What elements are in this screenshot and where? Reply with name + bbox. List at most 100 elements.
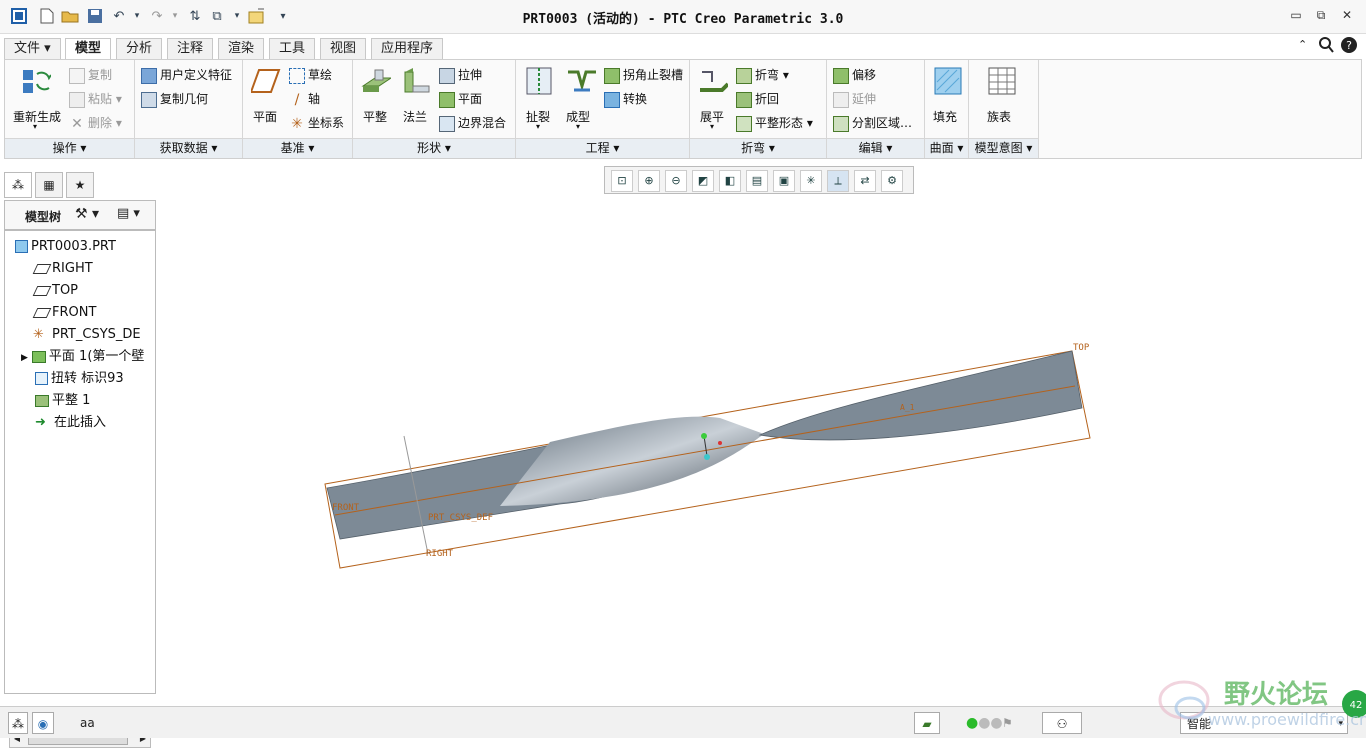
plane-button[interactable]: 平面: [247, 64, 287, 134]
display-style-icon[interactable]: ◧: [719, 170, 741, 192]
sheet-twist[interactable]: [500, 416, 764, 506]
group-editing-label[interactable]: 编辑 ▾: [827, 138, 924, 158]
restore-icon[interactable]: ⧉: [1311, 8, 1331, 24]
tab-model[interactable]: 模型: [65, 38, 112, 61]
favorites-tab-icon[interactable]: ★: [66, 172, 94, 198]
tab-tools[interactable]: 工具: [269, 38, 316, 60]
twist-handle-green[interactable]: [701, 433, 707, 439]
flange-button[interactable]: 法兰: [397, 64, 437, 134]
planar-button[interactable]: 平整: [357, 64, 397, 134]
twist-handle-red[interactable]: [718, 441, 722, 445]
regenerate-button[interactable]: 重新生成 ▾: [9, 64, 65, 134]
extrude-icon: [439, 67, 455, 84]
offset-button[interactable]: 偏移: [833, 66, 876, 84]
form-icon: [568, 70, 596, 92]
tree-item-insert-here[interactable]: ➜ 在此插入: [35, 413, 106, 433]
copy-button[interactable]: 复制: [69, 66, 112, 84]
copy-geometry-button[interactable]: 复制几何: [141, 90, 208, 108]
tab-view[interactable]: 视图: [320, 38, 367, 60]
refit-icon[interactable]: ⊡: [611, 170, 633, 192]
axis-a1[interactable]: [334, 385, 1076, 516]
tab-render[interactable]: 渲染: [218, 38, 265, 60]
regen-status-icon[interactable]: ▰: [914, 712, 940, 734]
minimize-icon[interactable]: ▭: [1286, 8, 1306, 24]
axis-button[interactable]: / 轴: [289, 90, 320, 108]
csys-button[interactable]: ✳ 坐标系: [289, 114, 344, 132]
twist-handle-cyan[interactable]: [704, 454, 710, 460]
group-bends-label[interactable]: 折弯 ▾: [690, 138, 826, 158]
saved-orientations-icon[interactable]: ▤: [746, 170, 768, 192]
group-get-data-label[interactable]: 获取数据 ▾: [135, 138, 242, 158]
datum-display-icon[interactable]: ✳: [800, 170, 822, 192]
family-table-button[interactable]: 族表: [977, 64, 1031, 134]
find-icon[interactable]: ⚇: [1042, 712, 1082, 734]
rip-button[interactable]: 扯裂 ▾: [520, 64, 560, 134]
boundary-blend-icon: [439, 115, 455, 132]
group-shapes-label[interactable]: 形状 ▾: [353, 138, 515, 158]
split-area-button[interactable]: 分割区域…: [833, 114, 912, 132]
repaint-icon[interactable]: ◩: [692, 170, 714, 192]
delete-button[interactable]: ✕ 删除 ▾: [69, 114, 122, 132]
corner-relief-button[interactable]: 拐角止裂槽: [604, 66, 683, 84]
extrude-button[interactable]: 拉伸: [439, 66, 482, 84]
tab-applications[interactable]: 应用程序: [371, 38, 444, 60]
group-operations-label[interactable]: 操作 ▾: [5, 138, 134, 158]
bend-back-button[interactable]: 折回: [736, 90, 779, 108]
selection-filter[interactable]: 智能 ▾: [1180, 712, 1348, 734]
model-tree-tab-icon[interactable]: ⁂: [4, 172, 32, 198]
tree-item-flatten[interactable]: 平整 1: [35, 391, 90, 411]
search-icon[interactable]: [1318, 36, 1334, 57]
tree-item-right[interactable]: RIGHT: [32, 259, 93, 279]
zoom-in-icon[interactable]: ⊕: [638, 170, 660, 192]
collapse-ribbon-icon[interactable]: ⌃: [1298, 38, 1307, 51]
flat-button[interactable]: 平面: [439, 90, 482, 108]
group-model-intent-label[interactable]: 模型意图 ▾: [969, 138, 1038, 158]
boundary-blend-button[interactable]: 边界混合: [439, 114, 506, 132]
tab-file[interactable]: 文件 ▾: [4, 38, 61, 60]
toggle-browser-icon[interactable]: ◉: [32, 712, 54, 734]
group-get-data: 用户定义特征 复制几何 获取数据 ▾: [135, 60, 243, 158]
folder-browser-tab-icon[interactable]: ▦: [35, 172, 63, 198]
tree-item-part[interactable]: PRT0003.PRT: [15, 237, 116, 257]
flag-icon[interactable]: ⚑: [1002, 712, 1013, 734]
flatten-icon: [35, 394, 49, 407]
zoom-out-icon[interactable]: ⊖: [665, 170, 687, 192]
help-icon[interactable]: ?: [1340, 36, 1358, 57]
spin-center-icon[interactable]: ⟂: [827, 170, 849, 192]
tree-settings-icon[interactable]: ⚒ ▾: [75, 206, 99, 222]
paste-button[interactable]: 粘贴 ▾: [69, 90, 122, 108]
appearance-icon[interactable]: ⚙: [881, 170, 903, 192]
toggle-navigator-icon[interactable]: ⁂: [8, 712, 28, 734]
view-manager-icon[interactable]: ▣: [773, 170, 795, 192]
tab-analysis[interactable]: 分析: [116, 38, 163, 60]
tree-item-front[interactable]: FRONT: [32, 303, 96, 323]
tab-annotate[interactable]: 注释: [167, 38, 214, 60]
flat-state-button[interactable]: 平整形态 ▾: [736, 114, 813, 132]
bend-button[interactable]: 折弯 ▾: [736, 66, 789, 84]
group-engineering-label[interactable]: 工程 ▾: [516, 138, 689, 158]
extend-button[interactable]: 延伸: [833, 90, 876, 108]
model-view[interactable]: TOP FRONT RIGHT PRT_CSYS_DEF A_1: [160, 198, 1366, 703]
group-surfaces-label[interactable]: 曲面 ▾: [925, 138, 968, 158]
graphics-window[interactable]: TOP FRONT RIGHT PRT_CSYS_DEF A_1: [160, 198, 1366, 703]
form-button[interactable]: 成型 ▾: [560, 64, 604, 134]
tree-item-planar-wall[interactable]: ▶ 平面 1(第一个壁: [21, 347, 144, 367]
annotation-display-icon[interactable]: ⇄: [854, 170, 876, 192]
fill-button[interactable]: 填充: [927, 64, 967, 134]
tree-filters-icon[interactable]: ▤ ▾: [117, 206, 140, 221]
tree-item-twist[interactable]: 扭转 标识93: [35, 369, 124, 389]
expand-icon[interactable]: ▶: [21, 353, 28, 363]
message-area: aa: [80, 716, 95, 730]
model-tree-header: 模型树 ⚒ ▾ ▤ ▾: [4, 200, 156, 230]
sketch-button[interactable]: 草绘: [289, 66, 332, 84]
unbend-button[interactable]: 展平 ▾: [694, 64, 734, 134]
planar-icon: [361, 69, 391, 92]
udf-button[interactable]: 用户定义特征: [141, 66, 232, 84]
tree-item-top[interactable]: TOP: [32, 281, 78, 301]
sheet-right[interactable]: [758, 350, 1083, 441]
close-icon[interactable]: ✕: [1337, 8, 1357, 24]
group-datum-label[interactable]: 基准 ▾: [243, 138, 352, 158]
tree-item-csys[interactable]: ✳ PRT_CSYS_DE: [33, 325, 141, 345]
convert-button[interactable]: 转换: [604, 90, 647, 108]
copy-icon: [69, 67, 85, 84]
